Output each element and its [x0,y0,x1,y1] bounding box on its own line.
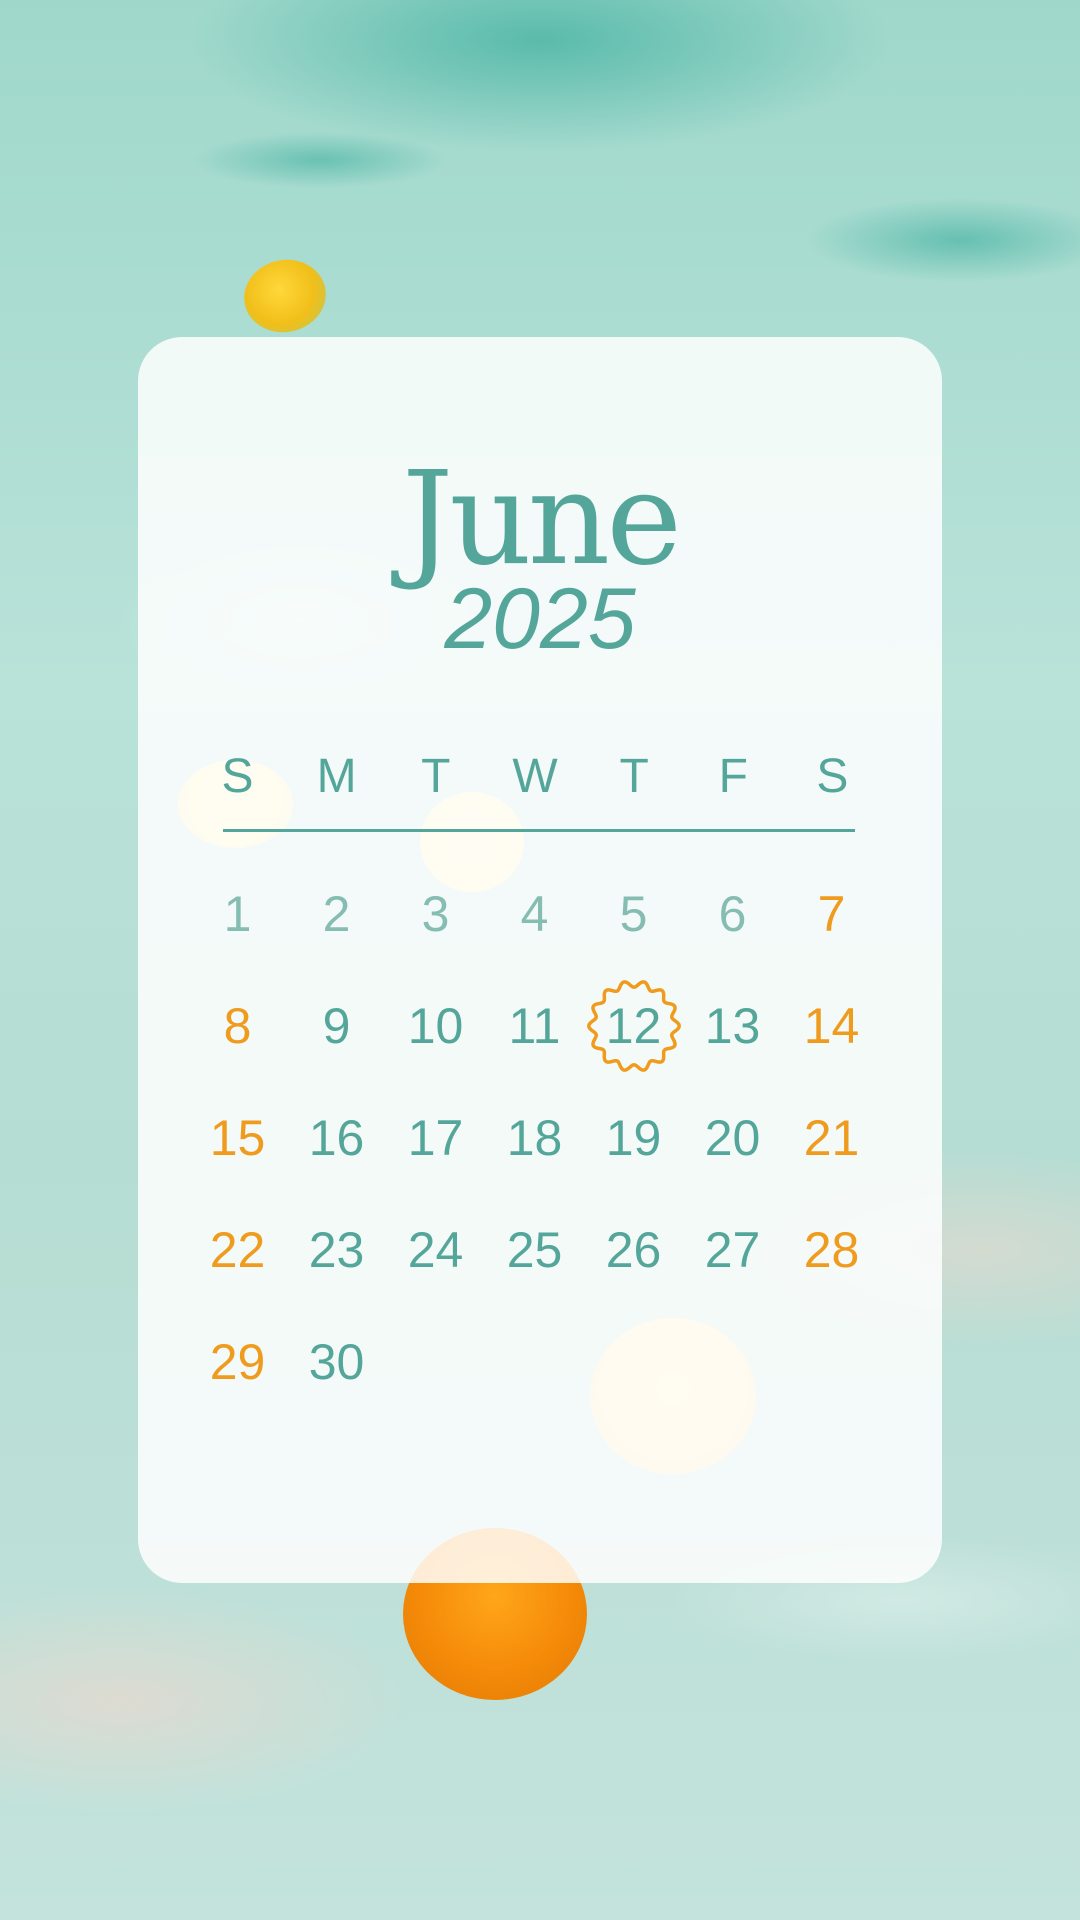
weekday-monday: M [316,750,357,803]
weekday-wednesday: W [512,750,558,803]
day-cell: 18 [485,1082,584,1194]
day-cell: 25 [485,1194,584,1306]
day-number: 14 [803,998,860,1054]
day-number: 3 [421,886,450,942]
day-number: 10 [407,998,464,1054]
day-number: 23 [308,1222,365,1278]
day-number: 9 [322,998,351,1054]
day-cell: 3 [386,858,485,970]
day-cell: 10 [386,970,485,1082]
weekday-saturday: S [816,750,849,803]
day-number: 18 [506,1110,563,1166]
week-row: 15 16 17 18 19 20 21 [188,1082,882,1194]
day-number: 28 [803,1222,860,1278]
day-cell-weekend: 29 [188,1306,287,1418]
weekday-thursday: T [619,750,649,803]
day-cell: 27 [683,1194,782,1306]
day-cell: 26 [584,1194,683,1306]
weekday-header: S M T W T F S [188,747,882,807]
day-cell-empty [485,1306,584,1418]
day-cell: 30 [287,1306,386,1418]
day-cell: 5 [584,858,683,970]
day-cell-weekend: 22 [188,1194,287,1306]
header-divider [223,829,855,832]
week-row: 29 30 [188,1306,882,1418]
day-number: 26 [605,1222,662,1278]
day-cell-weekend: 14 [782,970,881,1082]
weekday-friday: F [718,750,748,803]
day-number: 4 [520,886,549,942]
days-grid: 1 2 3 4 5 6 7 8 9 10 11 12 13 14 15 16 1… [188,858,882,1418]
day-number: 5 [619,886,648,942]
day-cell: 4 [485,858,584,970]
day-cell-weekend: 15 [188,1082,287,1194]
week-row: 8 9 10 11 12 13 14 [188,970,882,1082]
day-number: 1 [223,886,252,942]
day-cell: 19 [584,1082,683,1194]
day-cell-weekend: 28 [782,1194,881,1306]
day-number: 19 [605,1110,662,1166]
day-cell: 11 [485,970,584,1082]
day-number: 6 [718,886,747,942]
day-number: 29 [209,1334,266,1390]
day-cell-weekend: 21 [782,1082,881,1194]
day-number: 20 [704,1110,761,1166]
day-cell: 9 [287,970,386,1082]
day-number: 13 [704,998,761,1054]
day-cell-empty [683,1306,782,1418]
day-number: 17 [407,1110,464,1166]
day-cell-empty [782,1306,881,1418]
year-title: 2025 [444,571,636,667]
day-cell-weekend: 7 [782,858,881,970]
day-number: 27 [704,1222,761,1278]
day-cell-empty [584,1306,683,1418]
day-cell: 16 [287,1082,386,1194]
week-row: 22 23 24 25 26 27 28 [188,1194,882,1306]
day-number: 21 [803,1110,860,1166]
day-cell: 6 [683,858,782,970]
day-cell: 2 [287,858,386,970]
week-row: 1 2 3 4 5 6 7 [188,858,882,970]
day-cell: 24 [386,1194,485,1306]
day-cell-weekend: 8 [188,970,287,1082]
day-cell-empty [386,1306,485,1418]
day-cell-highlighted: 12 [584,970,683,1082]
calendar-card: June 2025 S M T W T F S 1 2 3 4 5 6 7 8 … [138,337,942,1583]
weekday-tuesday: T [421,750,451,803]
day-number: 8 [223,998,252,1054]
lemon-image [237,252,333,340]
day-number: 15 [209,1110,266,1166]
day-cell: 13 [683,970,782,1082]
day-number: 16 [308,1110,365,1166]
day-number: 7 [817,886,846,942]
day-number: 22 [209,1222,266,1278]
day-cell: 23 [287,1194,386,1306]
day-number: 2 [322,886,351,942]
day-cell: 1 [188,858,287,970]
weekday-sunday: S [221,750,254,803]
day-number: 25 [506,1222,563,1278]
day-number: 24 [407,1222,464,1278]
day-cell: 17 [386,1082,485,1194]
day-number: 11 [508,998,561,1054]
day-number: 30 [308,1334,365,1390]
day-cell: 20 [683,1082,782,1194]
day-number: 12 [605,998,662,1054]
